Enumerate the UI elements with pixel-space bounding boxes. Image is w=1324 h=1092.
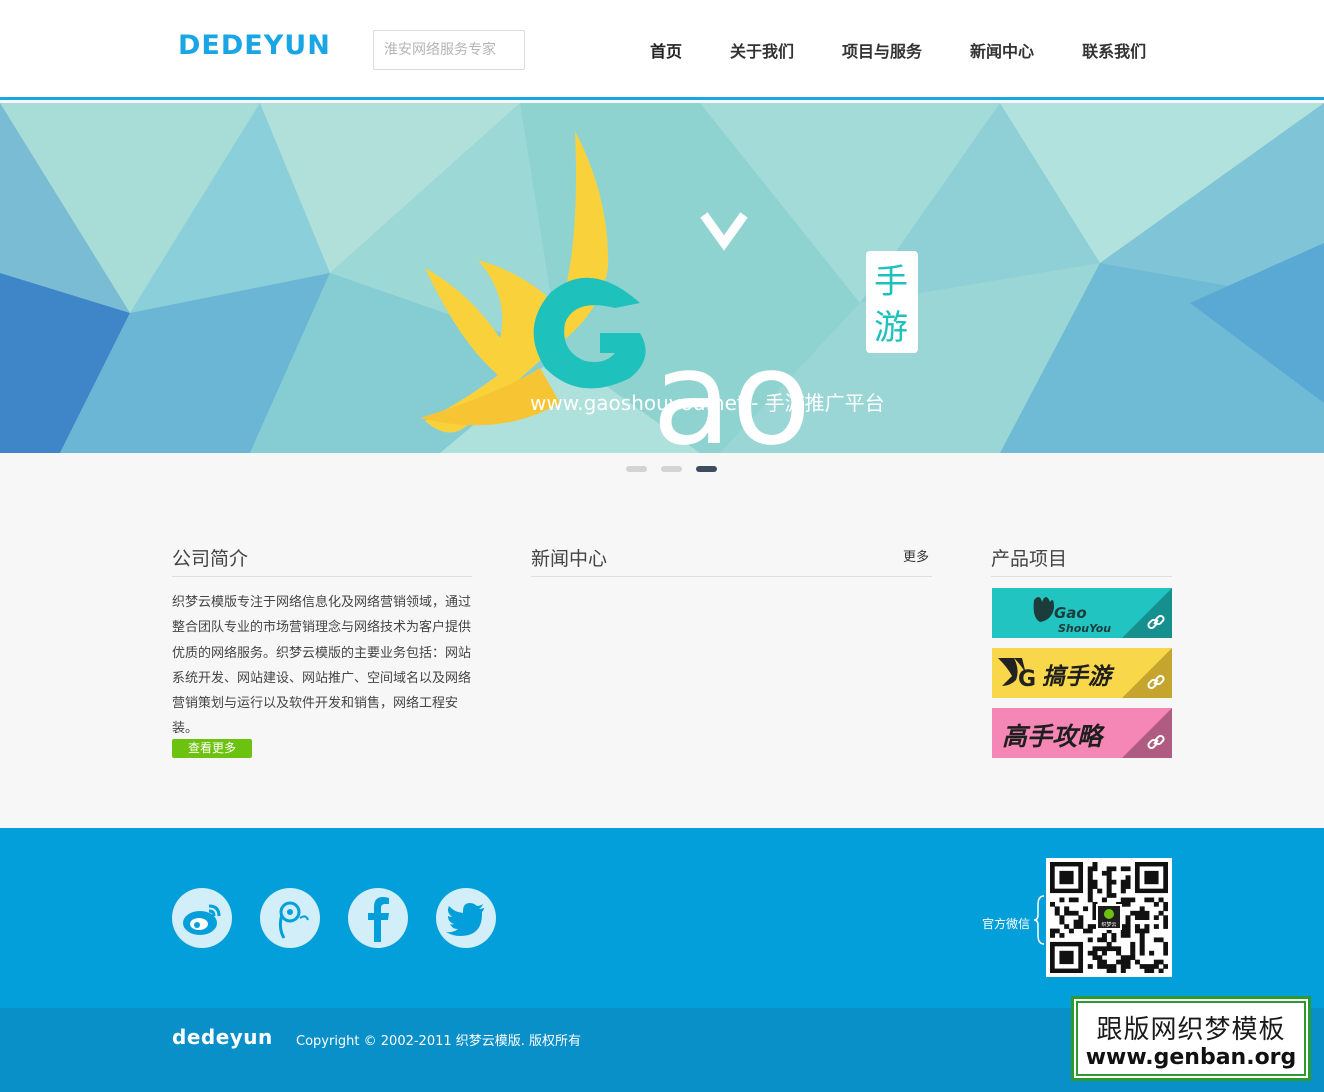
nav-item-home[interactable]: 首页 bbox=[650, 38, 682, 62]
main-nav: 首页 关于我们 项目与服务 新闻中心 联系我们 bbox=[650, 38, 1194, 62]
wechat-label: 官方微信 bbox=[982, 917, 1031, 931]
slider-dot-1[interactable] bbox=[626, 466, 647, 472]
brace-icon bbox=[1034, 895, 1045, 945]
weibo-icon[interactable] bbox=[172, 888, 232, 948]
svg-text:ShouYou: ShouYou bbox=[1058, 622, 1111, 635]
nav-item-news[interactable]: 新闻中心 bbox=[970, 38, 1034, 62]
svg-text:手: 手 bbox=[874, 262, 908, 302]
gaoshouyou-logo: Gao ShouYou bbox=[1033, 596, 1111, 635]
products-title: 产品项目 bbox=[991, 548, 1068, 570]
slider-dot-3[interactable] bbox=[696, 466, 717, 472]
watermark-title: 跟版网织梦模板 bbox=[1096, 1015, 1286, 1045]
about-title: 公司简介 bbox=[172, 548, 249, 570]
facebook-icon[interactable] bbox=[348, 888, 408, 948]
watermark-url: www.genban.org bbox=[1085, 1045, 1297, 1070]
nav-item-services[interactable]: 项目与服务 bbox=[842, 38, 922, 62]
qr-center-label: 织梦云 bbox=[1101, 921, 1116, 928]
link-icon bbox=[1146, 732, 1166, 752]
nav-item-about[interactable]: 关于我们 bbox=[730, 38, 794, 62]
wechat-qr-code: 织梦云 bbox=[1046, 858, 1172, 977]
copyright-text: Copyright © 2002-2011 织梦云模版. 版权所有 bbox=[296, 1034, 582, 1049]
product-label: 高手攻略 bbox=[1002, 722, 1103, 751]
svg-text:游: 游 bbox=[874, 308, 908, 348]
about-text: 织梦云模版专注于网络信息化及网络营销领域，通过整合团队专业的市场营销理念与网络技… bbox=[172, 595, 472, 737]
link-icon bbox=[1146, 612, 1166, 632]
slider-dots bbox=[626, 466, 731, 472]
footer-logo: dedeyun bbox=[172, 1025, 273, 1049]
view-more-button[interactable]: 查看更多 bbox=[172, 739, 252, 758]
banner-tagline: www.gaoshouyou.net - 手游推广平台 bbox=[530, 391, 885, 415]
search-input[interactable] bbox=[373, 30, 525, 70]
about-divider bbox=[172, 576, 472, 577]
watermark-badge: 跟版网织梦模板 www.genban.org bbox=[1071, 996, 1311, 1081]
site-header: DEDEYUN 首页 关于我们 项目与服务 新闻中心 联系我们 bbox=[0, 0, 1324, 100]
tencent-weibo-icon[interactable] bbox=[260, 888, 320, 948]
product-label: 搞手游 bbox=[1042, 664, 1111, 690]
svg-text:Gao: Gao bbox=[1054, 604, 1087, 622]
slider-dot-2[interactable] bbox=[661, 466, 682, 472]
product-gaoshou-gonglue[interactable]: 高手攻略 bbox=[992, 708, 1172, 758]
svg-text:G: G bbox=[1018, 667, 1036, 692]
nav-item-contact[interactable]: 联系我们 bbox=[1082, 38, 1146, 62]
link-icon bbox=[1146, 672, 1166, 692]
twitter-icon[interactable] bbox=[436, 888, 496, 948]
site-logo[interactable]: DEDEYUN bbox=[178, 30, 331, 61]
qr-code-image: 织梦云 bbox=[1050, 862, 1169, 974]
product-gaoshouyou-cn[interactable]: G 搞手游 bbox=[992, 648, 1172, 698]
news-more-link[interactable]: 更多 bbox=[903, 546, 929, 565]
news-title: 新闻中心 bbox=[531, 548, 608, 570]
products-divider bbox=[991, 576, 1172, 577]
product-gaoshouyou[interactable]: Gao ShouYou bbox=[992, 588, 1172, 638]
news-divider bbox=[531, 576, 932, 577]
